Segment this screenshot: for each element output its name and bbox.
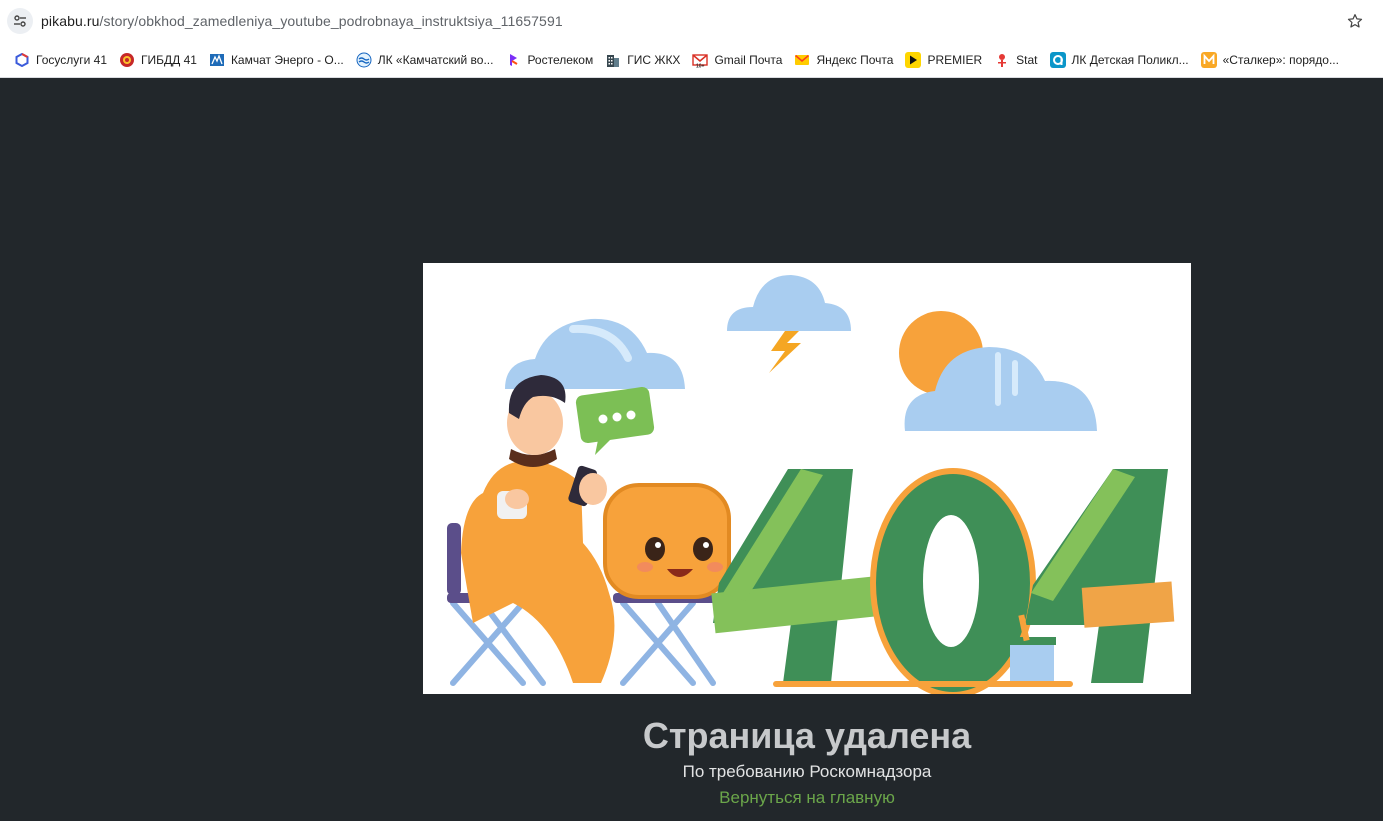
url-path: /story/obkhod_zamedleniya_youtube_podrob… xyxy=(99,13,563,29)
chat-bubble-icon xyxy=(575,386,655,455)
error-404-art xyxy=(711,468,1175,694)
browser-toolbar: pikabu.ru/story/obkhod_zamedleniya_youtu… xyxy=(0,0,1383,42)
building-icon xyxy=(605,52,621,68)
mail-envelope-icon xyxy=(794,52,810,68)
bookmark-label: Ростелеком xyxy=(527,52,594,67)
storm-cloud-icon xyxy=(727,275,851,373)
bookmark-label: «Сталкер»: порядо... xyxy=(1222,52,1339,67)
bookmark-gmail[interactable]: 10+ Gmail Почта xyxy=(686,46,788,74)
bookmark-label: Госуслуги 41 xyxy=(36,52,107,67)
bookmark-detskaya-poliklinika[interactable]: ЛК Детская Поликл... xyxy=(1044,46,1195,74)
bookmark-label: Яндекс Почта xyxy=(816,52,894,67)
bookmark-kamchatenergo[interactable]: Камчат Энерго - О... xyxy=(203,46,350,74)
rostelecom-icon xyxy=(505,52,521,68)
bookmark-label: PREMIER xyxy=(927,52,983,67)
kamchatenergo-icon xyxy=(209,52,225,68)
mascot-illustration xyxy=(603,483,731,599)
bookmark-label: Stat xyxy=(1016,52,1038,67)
url-text[interactable]: pikabu.ru/story/obkhod_zamedleniya_youtu… xyxy=(41,13,563,29)
star-icon[interactable] xyxy=(1346,12,1364,30)
bookmark-gis-zhkh[interactable]: ГИС ЖКХ xyxy=(599,46,686,74)
bookmark-label: ГИБДД 41 xyxy=(141,52,197,67)
return-home-link[interactable]: Вернуться на главную xyxy=(423,788,1191,808)
clinic-icon xyxy=(1049,51,1066,68)
tune-icon[interactable] xyxy=(7,8,33,34)
water-icon xyxy=(356,52,372,68)
gosuslugi-icon xyxy=(14,52,30,68)
address-bar[interactable]: pikabu.ru/story/obkhod_zamedleniya_youtu… xyxy=(4,4,1376,38)
bookmark-kamchatsky-vodokanal[interactable]: ЛК «Камчатский во... xyxy=(350,46,500,74)
bookmark-yandex-mail[interactable]: Яндекс Почта xyxy=(788,46,899,74)
bookmark-gosuslugi[interactable]: Госуслуги 41 xyxy=(8,46,113,74)
bookmark-label: Gmail Почта xyxy=(714,52,783,67)
bookmark-premier[interactable]: PREMIER xyxy=(899,46,988,74)
page-subtitle: По требованию Роскомнадзора xyxy=(682,762,932,781)
play-icon xyxy=(905,51,922,68)
bookmark-label: ГИС ЖКХ xyxy=(627,52,681,67)
stalker-icon xyxy=(1200,51,1217,68)
gmail-icon: 10+ xyxy=(692,52,709,68)
illustration-404 xyxy=(423,263,1191,694)
bookmark-label: ЛК Детская Поликл... xyxy=(1071,52,1189,67)
page-title: Страница удалена xyxy=(642,715,972,756)
bookmarks-bar: Госуслуги 41 ГИБДД 41 Камчат Энерго - О.… xyxy=(0,42,1383,78)
bookmark-stat[interactable]: Stat xyxy=(988,46,1043,74)
url-host: pikabu.ru xyxy=(41,13,100,29)
bookmark-label: ЛК «Камчатский во... xyxy=(377,52,494,67)
stat-icon xyxy=(994,52,1010,68)
gibdd-icon xyxy=(119,52,135,68)
bookmark-label: Камчат Энерго - О... xyxy=(230,52,344,67)
bookmark-stalker[interactable]: «Сталкер»: порядо... xyxy=(1195,46,1345,74)
svg-text:10+: 10+ xyxy=(696,63,705,68)
bookmark-gibdd[interactable]: ГИБДД 41 xyxy=(113,46,203,74)
bookmark-rostelecom[interactable]: Ростелеком xyxy=(499,46,599,74)
page-content: Страница удалена По требованию Роскомнад… xyxy=(0,79,1383,821)
